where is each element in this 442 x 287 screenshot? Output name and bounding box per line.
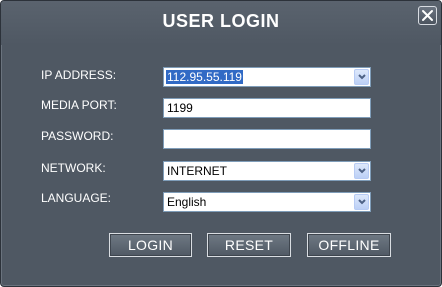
media-port-label: MEDIA PORT: <box>41 98 117 112</box>
network-value: INTERNET <box>167 164 227 178</box>
language-select[interactable]: English <box>163 192 371 212</box>
ip-address-label: IP ADDRESS: <box>41 68 117 82</box>
language-dropdown-button[interactable] <box>354 194 369 210</box>
network-dropdown-button[interactable] <box>354 163 369 179</box>
reset-button[interactable]: RESET <box>207 233 291 257</box>
login-form: IP ADDRESS: 112.95.55.119 MEDIA PORT: 11… <box>1 1 441 286</box>
ip-address-dropdown-button[interactable] <box>354 69 369 85</box>
chevron-down-icon <box>358 199 366 205</box>
media-port-input[interactable]: 1199 <box>163 98 371 118</box>
network-select[interactable]: INTERNET <box>163 161 371 181</box>
media-port-value: 1199 <box>167 101 193 115</box>
language-label: LANGUAGE: <box>41 191 112 205</box>
login-dialog: USER LOGIN IP ADDRESS: 112.95.55.119 MED… <box>0 0 442 287</box>
language-value: English <box>167 195 207 209</box>
chevron-down-icon <box>358 74 366 80</box>
ip-address-value: 112.95.55.119 <box>166 70 243 84</box>
ip-address-combobox[interactable]: 112.95.55.119 <box>163 67 371 87</box>
chevron-down-icon <box>358 168 366 174</box>
password-label: PASSWORD: <box>41 129 114 143</box>
network-label: NETWORK: <box>41 161 106 175</box>
login-button[interactable]: LOGIN <box>109 233 192 257</box>
password-input[interactable] <box>163 129 371 149</box>
offline-button[interactable]: OFFLINE <box>307 233 391 257</box>
